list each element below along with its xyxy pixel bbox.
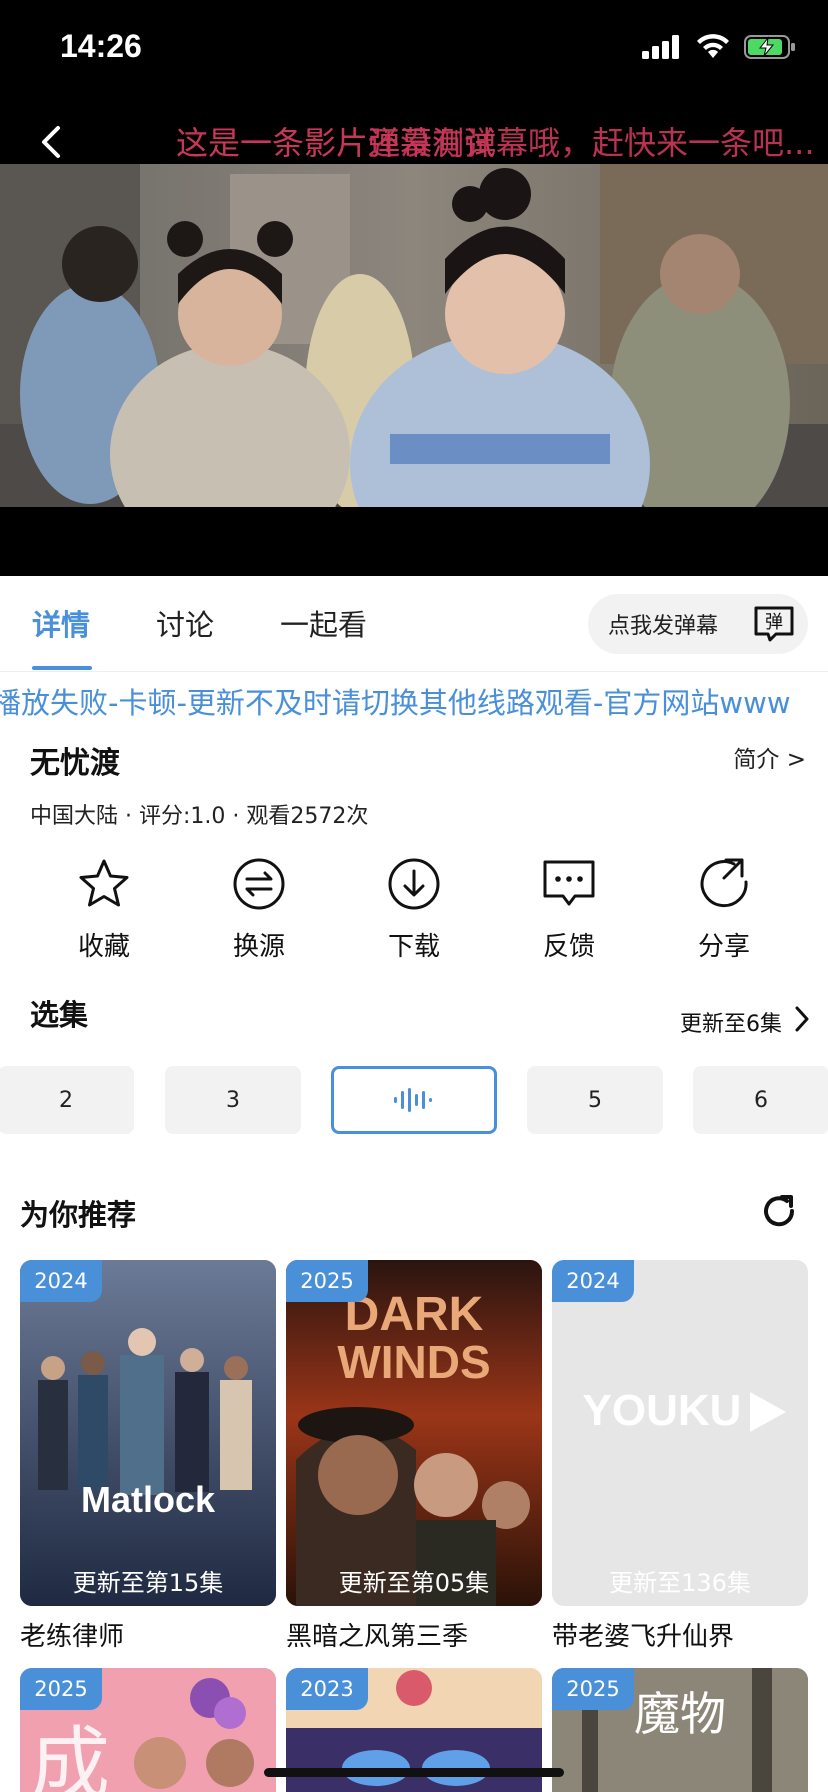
star-icon <box>79 859 129 907</box>
download-icon <box>388 858 440 910</box>
back-icon[interactable] <box>30 120 74 164</box>
notice-text: 播放失败-卡顿-更新不及时请切换其他线路观看-官方网站www <box>0 686 791 720</box>
switch-source-icon <box>233 858 285 910</box>
share-icon <box>700 858 748 908</box>
feedback-button[interactable]: 反馈 <box>509 856 629 963</box>
send-danmaku-button[interactable]: 点我发弹幕 弹 <box>588 594 808 654</box>
danmaku-icon-text: 弹 <box>765 612 783 633</box>
feedback-icon <box>543 860 595 906</box>
episode-list: 2 3 5 6 <box>0 1066 828 1134</box>
episode-button[interactable]: 6 <box>693 1066 828 1134</box>
chevron-right-icon[interactable] <box>792 1004 812 1034</box>
status-icons <box>642 34 796 60</box>
svg-text:WINDS: WINDS <box>337 1336 490 1388</box>
episode-button-current[interactable] <box>331 1066 497 1134</box>
tab-discussion[interactable]: 讨论 <box>156 602 214 644</box>
action-label: 下载 <box>387 932 440 962</box>
show-title: 无忧渡 <box>30 746 120 781</box>
year-badge: 2025 <box>552 1668 634 1710</box>
download-button[interactable]: 下载 <box>354 856 474 963</box>
year-badge: 2023 <box>286 1668 368 1710</box>
poster-image: DARK WINDS <box>286 1260 542 1606</box>
svg-text:成: 成 <box>30 1718 110 1792</box>
show-meta: 中国大陆 · 评分:1.0 · 观看2572次 <box>30 804 369 829</box>
recommend-card[interactable]: 成 2025 <box>20 1668 276 1792</box>
active-tab-indicator <box>32 666 92 670</box>
episode-button[interactable]: 5 <box>527 1066 663 1134</box>
poster-image: YOUKU <box>583 1386 786 1435</box>
poster-title: 魔物 <box>634 1687 726 1741</box>
favorite-button[interactable]: 收藏 <box>44 856 164 963</box>
recommend-card[interactable]: 魔物 2025 <box>552 1668 808 1792</box>
danmaku-comment: 还没有弹幕哦，赶快来一条吧... <box>368 124 815 162</box>
recommend-title: 为你推荐 <box>20 1198 137 1232</box>
recommend-card[interactable]: DARK WINDS 2025 更新至第05集 <box>286 1260 542 1606</box>
year-badge: 2024 <box>20 1260 102 1302</box>
poster-title: YOUKU <box>583 1386 742 1435</box>
episode-button[interactable]: 2 <box>0 1066 134 1134</box>
card-title[interactable]: 带老婆飞升仙界 <box>552 1616 734 1653</box>
refresh-icon[interactable] <box>760 1192 798 1230</box>
episode-status: 更新至第15集 <box>72 1569 224 1597</box>
year-badge: 2024 <box>552 1260 634 1302</box>
notice-marquee: 播放失败-卡顿-更新不及时请切换其他线路观看-官方网站www <box>0 676 828 724</box>
year-badge: 2025 <box>286 1260 368 1302</box>
episodes-title: 选集 <box>30 998 89 1032</box>
detail-tabs: 详情 讨论 一起看 点我发弹幕 弹 <box>0 576 828 672</box>
card-title[interactable]: 老练律师 <box>20 1616 124 1653</box>
share-button[interactable]: 分享 <box>664 856 784 963</box>
status-bar: 14:26 <box>0 0 828 100</box>
year-badge: 2025 <box>20 1668 102 1710</box>
danmaku-icon: 弹 <box>754 606 794 642</box>
action-label: 收藏 <box>77 932 130 962</box>
action-row: 收藏 换源 下载 反馈 分享 <box>0 856 828 976</box>
status-time: 14:26 <box>60 28 142 64</box>
recommend-card[interactable]: YOUKU 2024 更新至136集 <box>552 1260 808 1606</box>
send-danmaku-label: 点我发弹幕 <box>608 614 719 639</box>
switch-source-button[interactable]: 换源 <box>199 856 319 963</box>
action-label: 换源 <box>232 932 285 962</box>
action-label: 反馈 <box>542 932 595 962</box>
wifi-icon <box>697 34 729 58</box>
home-indicator[interactable] <box>264 1768 564 1777</box>
poster-title: Matlock <box>81 1479 216 1520</box>
episode-status: 更新至136集 <box>609 1569 751 1597</box>
card-title[interactable]: 黑暗之风第三季 <box>286 1616 468 1653</box>
episodes-update-link[interactable]: 更新至6集 <box>680 1006 782 1038</box>
episode-button[interactable]: 3 <box>165 1066 301 1134</box>
battery-charging-icon <box>744 35 795 59</box>
tab-details[interactable]: 详情 <box>32 602 90 644</box>
video-frame[interactable] <box>0 164 828 507</box>
poster-image: Matlock <box>20 1260 276 1606</box>
tab-watch-together[interactable]: 一起看 <box>280 602 367 644</box>
episode-status: 更新至第05集 <box>338 1569 490 1597</box>
action-label: 分享 <box>697 932 750 962</box>
intro-link[interactable]: 简介 > <box>733 740 806 774</box>
recommend-card[interactable]: Matlock 2024 更新至第15集 <box>20 1260 276 1606</box>
now-playing-icon <box>394 1088 432 1112</box>
video-player[interactable]: 这是一条影片弹幕测试 还没有弹幕哦，赶快来一条吧... <box>0 100 828 576</box>
signal-icon <box>642 35 679 59</box>
